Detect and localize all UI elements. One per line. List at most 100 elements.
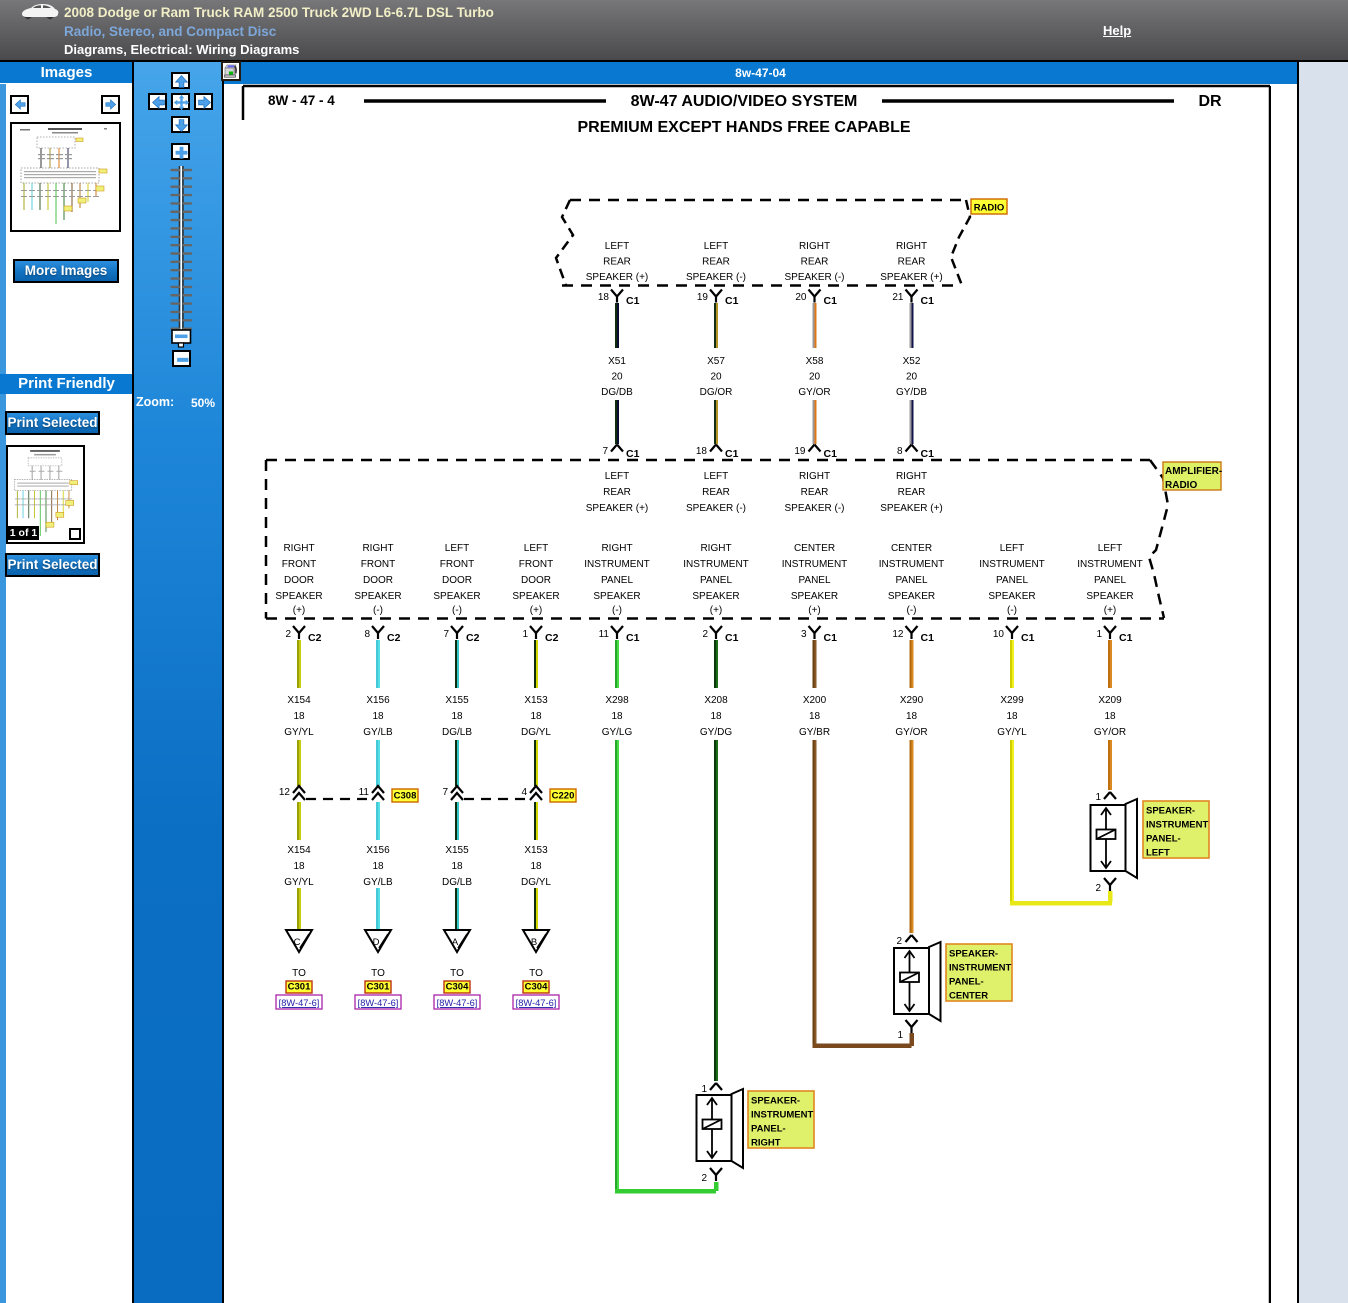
svg-text:18: 18 (293, 711, 305, 722)
svg-text:REAR: REAR (702, 257, 730, 268)
svg-text:X155: X155 (445, 695, 469, 706)
svg-text:[8W-47-6]: [8W-47-6] (279, 998, 320, 1008)
svg-text:(-): (-) (1007, 605, 1017, 616)
svg-text:DOOR: DOOR (442, 575, 472, 586)
svg-text:X52: X52 (903, 356, 921, 367)
svg-text:DR: DR (1198, 93, 1222, 110)
svg-text:18: 18 (451, 711, 463, 722)
svg-text:3: 3 (801, 629, 807, 640)
svg-text:4: 4 (521, 787, 527, 798)
svg-text:18: 18 (611, 711, 623, 722)
svg-text:X209: X209 (1098, 695, 1122, 706)
svg-text:7: 7 (602, 446, 608, 457)
svg-text:C308: C308 (394, 791, 417, 802)
svg-text:FRONT: FRONT (361, 559, 395, 570)
svg-text:1: 1 (522, 629, 528, 640)
svg-text:GY/OR: GY/OR (1094, 727, 1126, 738)
svg-text:CENTER: CENTER (949, 991, 988, 1002)
svg-text:REAR: REAR (898, 257, 926, 268)
svg-text:RIGHT: RIGHT (362, 543, 393, 554)
svg-text:TO: TO (371, 968, 385, 979)
svg-text:INSTRUMENT: INSTRUMENT (584, 559, 650, 570)
svg-text:SPEAKER (+): SPEAKER (+) (586, 503, 649, 514)
svg-text:DG/LB: DG/LB (442, 727, 472, 738)
svg-text:RADIO: RADIO (974, 203, 1005, 214)
svg-text:C2: C2 (308, 632, 322, 644)
svg-text:18: 18 (809, 711, 821, 722)
svg-text:C304: C304 (525, 982, 548, 993)
svg-text:C1: C1 (824, 632, 838, 644)
svg-text:20: 20 (809, 372, 821, 383)
svg-text:19: 19 (697, 292, 709, 303)
svg-text:18: 18 (293, 861, 305, 872)
svg-text:11: 11 (359, 787, 370, 798)
svg-text:SPEAKER: SPEAKER (692, 591, 739, 602)
svg-text:C: C (294, 937, 301, 948)
svg-text:C220: C220 (552, 791, 575, 802)
svg-text:C1: C1 (626, 295, 640, 307)
svg-text:SPEAKER-: SPEAKER- (949, 949, 998, 960)
svg-text:INSTRUMENT: INSTRUMENT (979, 559, 1045, 570)
svg-text:12: 12 (892, 629, 904, 640)
svg-text:REAR: REAR (801, 257, 829, 268)
svg-text:DOOR: DOOR (363, 575, 393, 586)
svg-text:GY/DG: GY/DG (700, 727, 732, 738)
svg-text:REAR: REAR (603, 257, 631, 268)
svg-text:LEFT: LEFT (1098, 543, 1122, 554)
svg-text:GY/LB: GY/LB (363, 727, 393, 738)
svg-text:INSTRUMENT: INSTRUMENT (949, 963, 1011, 974)
svg-text:SPEAKER (+): SPEAKER (+) (880, 272, 943, 283)
svg-text:18: 18 (530, 711, 542, 722)
svg-text:10: 10 (993, 629, 1005, 640)
svg-text:CENTER: CENTER (891, 543, 932, 554)
svg-text:GY/YL: GY/YL (997, 727, 1027, 738)
svg-text:SPEAKER (-): SPEAKER (-) (686, 503, 746, 514)
svg-text:18: 18 (530, 861, 542, 872)
svg-text:2: 2 (285, 629, 291, 640)
svg-text:SPEAKER: SPEAKER (888, 591, 935, 602)
svg-text:1: 1 (1096, 629, 1102, 640)
svg-text:C1: C1 (921, 448, 935, 460)
svg-text:SPEAKER: SPEAKER (275, 591, 322, 602)
svg-text:C1: C1 (626, 448, 640, 460)
svg-text:INSTRUMENT: INSTRUMENT (1077, 559, 1143, 570)
svg-text:2: 2 (701, 1173, 707, 1184)
svg-text:SPEAKER (+): SPEAKER (+) (880, 503, 943, 514)
svg-text:(-): (-) (612, 605, 622, 616)
svg-text:20: 20 (795, 292, 807, 303)
svg-text:SPEAKER: SPEAKER (512, 591, 559, 602)
svg-text:A: A (452, 937, 459, 948)
svg-text:GY/LB: GY/LB (363, 877, 393, 888)
svg-text:FRONT: FRONT (519, 559, 553, 570)
svg-text:C301: C301 (367, 982, 390, 993)
svg-text:RIGHT: RIGHT (751, 1138, 781, 1149)
svg-text:PANEL: PANEL (895, 575, 927, 586)
svg-text:C304: C304 (446, 982, 469, 993)
svg-text:(+): (+) (808, 605, 821, 616)
svg-text:SPEAKER: SPEAKER (593, 591, 640, 602)
svg-text:X208: X208 (704, 695, 728, 706)
svg-text:20: 20 (611, 372, 623, 383)
svg-text:REAR: REAR (603, 487, 631, 498)
svg-text:GY/OR: GY/OR (895, 727, 927, 738)
svg-text:[8W-47-6]: [8W-47-6] (358, 998, 399, 1008)
svg-text:DOOR: DOOR (521, 575, 551, 586)
svg-text:X299: X299 (1000, 695, 1024, 706)
svg-text:SPEAKER (-): SPEAKER (-) (784, 503, 844, 514)
svg-text:X51: X51 (608, 356, 626, 367)
svg-text:[8W-47-6]: [8W-47-6] (437, 998, 478, 1008)
svg-text:X290: X290 (900, 695, 924, 706)
svg-text:7: 7 (442, 787, 448, 798)
svg-text:B: B (531, 937, 537, 948)
svg-text:SPEAKER: SPEAKER (354, 591, 401, 602)
svg-text:C1: C1 (725, 632, 739, 644)
svg-text:PANEL: PANEL (798, 575, 830, 586)
svg-text:RIGHT: RIGHT (799, 241, 830, 252)
svg-text:C301: C301 (288, 982, 311, 993)
svg-text:21: 21 (892, 292, 904, 303)
svg-text:C1: C1 (725, 295, 739, 307)
svg-text:LEFT: LEFT (605, 471, 629, 482)
svg-text:C1: C1 (626, 632, 640, 644)
svg-text:1: 1 (1095, 792, 1101, 803)
svg-text:18: 18 (372, 861, 384, 872)
